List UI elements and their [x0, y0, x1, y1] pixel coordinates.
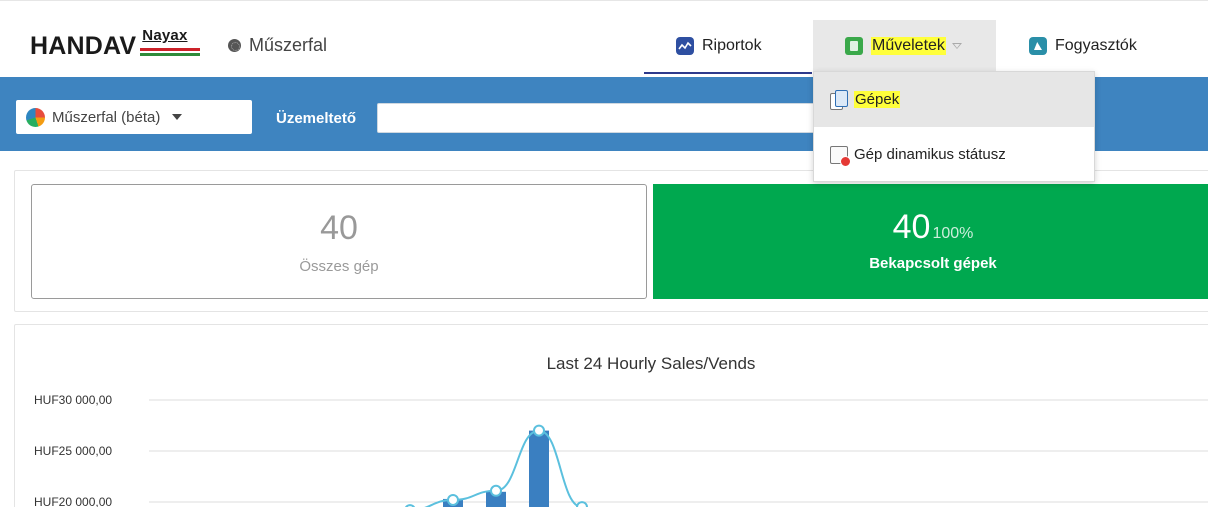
line-point	[490, 484, 502, 497]
chart-title: Last 24 Hourly Sales/Vends	[547, 354, 756, 373]
dashboard-title-label: Műszerfal	[249, 35, 328, 55]
menu-item-gepek[interactable]: Gépek	[814, 72, 1094, 127]
line-point	[447, 493, 459, 506]
y-tick-label: HUF30 000,00	[34, 393, 112, 407]
line-point	[533, 424, 545, 437]
dashboard-title: Műszerfal	[228, 35, 327, 56]
stat-total-machines[interactable]: 40 Összes gép	[31, 184, 647, 299]
machines-icon	[830, 89, 848, 110]
bar	[529, 430, 549, 507]
nav-muveletek[interactable]: Műveletek	[813, 20, 996, 72]
operations-dropdown: Gépek Gép dinamikus státusz	[813, 71, 1095, 182]
machine-status-icon	[830, 145, 851, 167]
sales-chart: Last 24 Hourly Sales/Vends HUF30 000,00 HU…	[34, 354, 1208, 507]
brand-logo[interactable]: HANDAV Nayax	[30, 27, 202, 60]
sales-chart-panel: Last 24 Hourly Sales/Vends HUF30 000,00 HU…	[14, 324, 1208, 507]
logo-handav-text: HANDAV	[30, 32, 137, 60]
logo-nayax-text: Nayax	[142, 27, 188, 44]
dashboard-icon	[228, 39, 241, 52]
nav-fogyasztok-label: Fogyasztók	[1055, 37, 1137, 54]
dashboard-select-value: Műszerfal (béta)	[52, 108, 161, 126]
chevron-down-icon	[951, 43, 962, 49]
caret-down-icon	[172, 114, 183, 120]
logo-nayax: Nayax	[140, 27, 202, 59]
consumers-icon	[1029, 37, 1047, 55]
operator-label: Üzemeltető	[276, 110, 357, 127]
operator-input[interactable]	[377, 103, 837, 133]
stat-online-machines[interactable]: 40 100% Bekapcsolt gépek	[653, 184, 1208, 299]
stat-total-label: Összes gép	[299, 258, 379, 275]
nav-riportok[interactable]: Riportok	[644, 20, 812, 74]
chart-line-icon	[676, 37, 694, 55]
operations-icon	[845, 37, 863, 55]
nav-muveletek-label: Műveletek	[871, 37, 946, 55]
y-tick-label: HUF25 000,00	[34, 444, 112, 458]
stat-online-label: Bekapcsolt gépek	[869, 255, 997, 272]
stat-total-value: 40	[320, 209, 358, 247]
nav-riportok-label: Riportok	[702, 37, 762, 54]
y-tick-label: HUF20 000,00	[34, 495, 112, 507]
stat-online-value: 40	[892, 208, 931, 246]
nav-fogyasztok[interactable]: Fogyasztók	[1013, 20, 1183, 72]
pie-chart-icon	[26, 107, 45, 127]
dashboard-select[interactable]: Műszerfal (béta)	[16, 100, 252, 134]
menu-item-gep-status-label: Gép dinamikus státusz	[854, 146, 1006, 163]
menu-item-gep-status[interactable]: Gép dinamikus státusz	[814, 127, 1094, 182]
line-point	[576, 501, 588, 507]
top-header: HANDAV Nayax Műszerfal Riportok Művelete…	[0, 0, 1208, 77]
menu-item-gepek-label: Gépek	[854, 91, 901, 108]
stat-online-percent: 100%	[932, 225, 974, 242]
